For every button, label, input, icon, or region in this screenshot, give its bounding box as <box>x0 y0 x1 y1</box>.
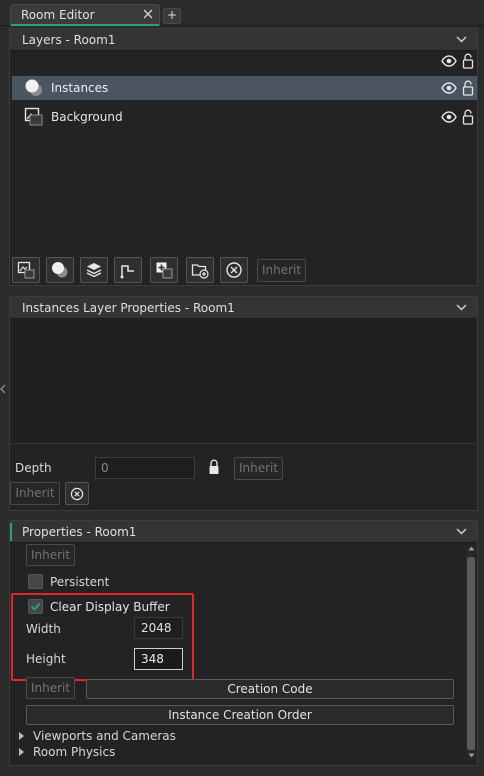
width-label: Width <box>26 622 61 636</box>
instances-list-area[interactable] <box>10 320 477 444</box>
scrollbar-thumb[interactable] <box>467 557 475 750</box>
collapse-left-icon[interactable] <box>0 384 6 394</box>
persistent-checkbox[interactable] <box>28 574 43 589</box>
layers-panel-header[interactable]: Layers - Room1 <box>10 29 477 51</box>
eye-icon[interactable] <box>441 82 457 94</box>
expand-triangle-icon[interactable] <box>19 748 24 756</box>
inherit-depth-button[interactable]: Inherit <box>234 457 283 480</box>
persistent-label: Persistent <box>50 575 110 589</box>
unlock-icon[interactable] <box>462 80 474 96</box>
add-asset-layer-button[interactable] <box>150 257 178 283</box>
layer-label: Instances <box>51 81 109 95</box>
room-properties-title: Properties - Room1 <box>22 525 137 539</box>
creation-code-button[interactable]: Creation Code <box>86 679 454 699</box>
clear-layer-button[interactable] <box>65 482 89 505</box>
unlock-icon[interactable] <box>462 109 474 125</box>
inherit-creation-code-button[interactable]: Inherit <box>26 677 75 699</box>
chevron-down-icon[interactable] <box>456 36 467 43</box>
depth-input[interactable]: 0 <box>95 457 195 479</box>
tab-active-indicator <box>11 24 159 26</box>
scrollbar-track[interactable] <box>466 545 476 760</box>
add-background-layer-button[interactable] <box>12 257 40 283</box>
layer-properties-header[interactable]: Instances Layer Properties - Room1 <box>10 297 477 319</box>
layer-row-background[interactable]: Background <box>12 105 477 129</box>
clear-display-buffer-label: Clear Display Buffer <box>50 600 170 614</box>
tab-room-editor-label: Room Editor <box>21 8 95 22</box>
instance-creation-order-button[interactable]: Instance Creation Order <box>26 705 454 725</box>
instances-layer-icon <box>24 78 44 98</box>
layers-panel-title: Layers - Room1 <box>22 33 116 47</box>
layer-label: Background <box>51 110 123 124</box>
inherit-room-button[interactable]: Inherit <box>26 544 75 566</box>
inherit-layer-button[interactable]: Inherit <box>10 482 60 505</box>
add-tile-layer-button[interactable] <box>80 257 108 283</box>
clear-display-buffer-checkbox[interactable] <box>28 599 43 614</box>
background-layer-icon <box>24 107 44 127</box>
inherit-layers-button[interactable]: Inherit <box>257 259 306 282</box>
room-physics-section[interactable]: Room Physics <box>33 745 115 759</box>
lock-icon[interactable] <box>208 459 220 475</box>
layers-panel <box>9 28 478 286</box>
tab-room-editor[interactable]: Room Editor <box>10 4 160 26</box>
height-label: Height <box>26 652 66 666</box>
room-properties-header[interactable]: Properties - Room1 <box>10 521 477 543</box>
delete-layer-button[interactable] <box>220 257 248 283</box>
close-icon[interactable] <box>143 9 153 19</box>
add-instance-layer-button[interactable] <box>46 257 74 283</box>
eye-icon[interactable] <box>441 111 457 123</box>
layer-row-instances[interactable]: Instances <box>12 76 477 100</box>
panel-accent-bar <box>10 523 12 541</box>
chevron-down-icon[interactable] <box>456 528 467 535</box>
width-input[interactable]: 2048 <box>134 617 183 639</box>
chevron-down-icon[interactable] <box>456 304 467 311</box>
height-input[interactable]: 348 <box>134 648 183 670</box>
eye-icon[interactable] <box>441 55 457 67</box>
expand-triangle-icon[interactable] <box>19 732 24 740</box>
layer-properties-title: Instances Layer Properties - Room1 <box>22 301 235 315</box>
depth-label: Depth <box>15 461 52 475</box>
add-folder-button[interactable] <box>186 257 214 283</box>
add-path-layer-button[interactable] <box>114 257 142 283</box>
add-tab-button[interactable]: + <box>163 8 181 24</box>
unlock-icon[interactable] <box>462 53 474 69</box>
viewports-cameras-section[interactable]: Viewports and Cameras <box>33 729 176 743</box>
